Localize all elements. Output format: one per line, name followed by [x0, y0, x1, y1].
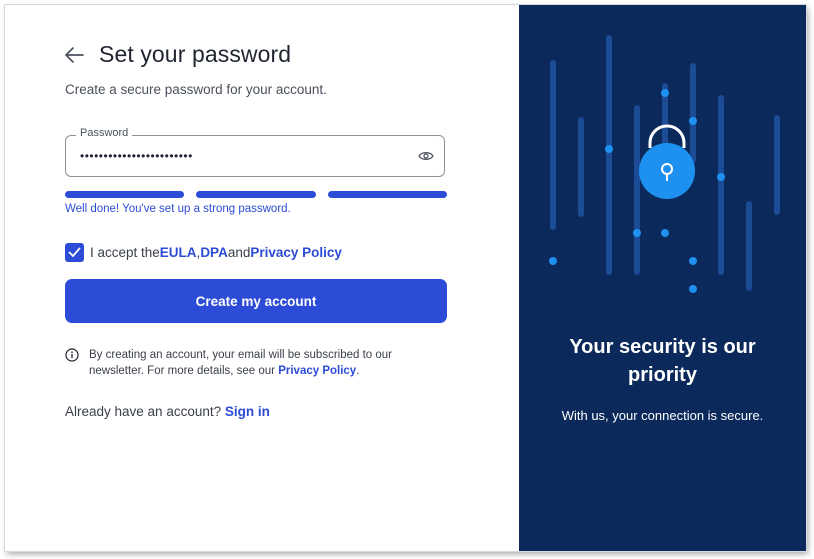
strength-segment	[65, 191, 185, 198]
dpa-link[interactable]: DPA	[200, 245, 228, 260]
password-input[interactable]	[80, 147, 400, 165]
eye-icon[interactable]	[418, 149, 434, 163]
signin-text: Already have an account?	[65, 404, 225, 419]
notice-privacy-policy-link[interactable]: Privacy Policy	[278, 365, 356, 377]
signup-window: Set your password Create a secure passwo…	[5, 5, 806, 551]
sign-in-link[interactable]: Sign in	[225, 404, 270, 419]
password-strength-meter	[65, 191, 447, 198]
security-illustration	[549, 35, 780, 293]
page-title: Set your password	[99, 41, 292, 67]
password-field: Password	[65, 127, 445, 177]
page-header: Set your password	[63, 41, 291, 68]
create-account-button[interactable]: Create my account	[65, 279, 447, 323]
back-arrow-icon[interactable]	[63, 44, 85, 66]
newsletter-notice: By creating an account, your email will …	[65, 347, 435, 379]
terms-consent: I accept the EULA, DPA and Privacy Polic…	[65, 243, 342, 262]
terms-checkbox[interactable]	[65, 243, 84, 262]
password-label: Password	[76, 127, 133, 139]
consent-separator: and	[227, 245, 251, 260]
notice-text: By creating an account, your email will …	[89, 347, 435, 379]
notice-suffix: .	[356, 365, 360, 377]
promo-title: Your security is our priority	[569, 336, 756, 386]
eula-link[interactable]: EULA	[160, 245, 197, 260]
form-panel: Set your password Create a secure passwo…	[5, 5, 519, 551]
strength-segment	[196, 191, 316, 198]
page-subtitle: Create a secure password for your accoun…	[65, 82, 327, 97]
strength-message: Well done! You've set up a strong passwo…	[65, 203, 291, 215]
privacy-policy-link[interactable]: Privacy Policy	[250, 245, 342, 260]
strength-segment	[327, 191, 447, 198]
consent-prefix: I accept the	[90, 245, 160, 260]
info-icon	[65, 348, 79, 362]
signin-prompt: Already have an account? Sign in	[65, 404, 270, 419]
promo-panel: Your security is our priority With us, y…	[519, 5, 806, 551]
promo-text: With us, your connection is secure.	[561, 408, 764, 423]
check-icon	[68, 247, 81, 257]
